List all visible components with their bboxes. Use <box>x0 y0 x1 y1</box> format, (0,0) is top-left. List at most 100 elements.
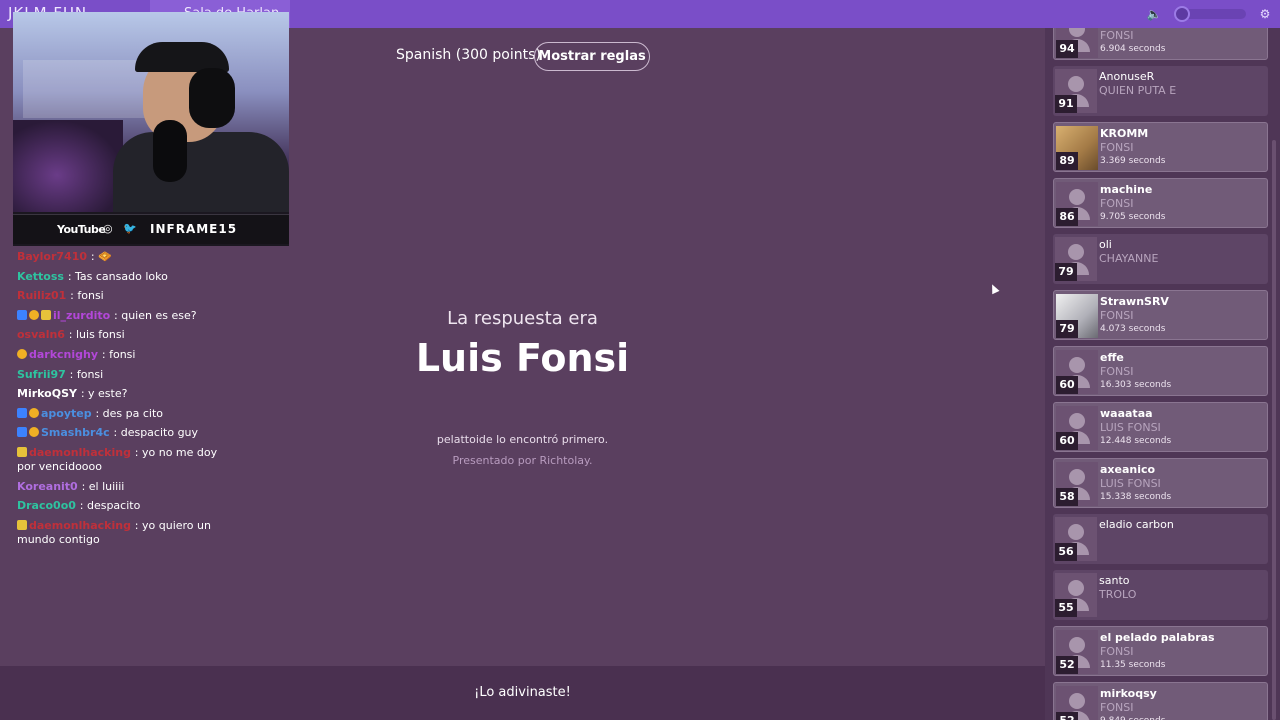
player-time: 11.35 seconds <box>1100 660 1166 670</box>
avatar: 89 <box>1056 126 1098 170</box>
chat-message: Ruiliz01 : fonsi <box>17 289 237 303</box>
stream-chat: Baylor7410 : 🧇 Kettoss : Tas cansado loko… <box>17 250 237 552</box>
leaderboard-entry: 52 mirkoqsyFONSI 9.849 seconds <box>1053 682 1268 720</box>
avatar: 91 <box>1055 69 1097 113</box>
default-avatar-icon <box>1069 413 1085 429</box>
chat-username[interactable]: Draco0o0 <box>17 499 76 512</box>
chat-text: : fonsi <box>70 289 104 303</box>
webcam-social-bar: YouTube ◎ 🐦 INFRAME15 <box>13 214 289 244</box>
player-name: KROMM <box>1100 127 1149 140</box>
player-score: 55 <box>1055 599 1077 617</box>
youtube-label: YouTube <box>57 223 106 236</box>
avatar: 55 <box>1055 573 1097 617</box>
leaderboard-entry: 58 axeanico LUIS FONSI 15.338 seconds <box>1053 458 1268 508</box>
avatar: 94 <box>1056 28 1098 58</box>
player-score: 91 <box>1055 95 1077 113</box>
player-name: effe <box>1100 351 1124 364</box>
player-guess: TROLO <box>1099 588 1137 601</box>
default-avatar-icon <box>1069 189 1085 205</box>
answer-intro: La respuesta era <box>447 308 598 329</box>
chat-message: Kettoss : Tas cansado loko <box>17 270 237 284</box>
avatar: 52 <box>1056 630 1098 674</box>
volume-slider-handle[interactable] <box>1173 6 1190 22</box>
chat-username[interactable]: Kettoss <box>17 270 64 283</box>
guessed-message: ¡Lo adivinaste! <box>474 685 571 700</box>
chat-message: MirkoQSY : y este? <box>17 387 237 401</box>
mouse-cursor-icon <box>988 282 1000 295</box>
default-avatar-icon <box>1068 524 1084 540</box>
chat-text: : despacito <box>79 499 141 513</box>
leaderboard-entry: 60 waaataa LUIS FONSI 12.448 seconds <box>1053 402 1268 452</box>
player-time: 6.904 seconds <box>1100 44 1166 54</box>
player-time: 16.303 seconds <box>1100 380 1172 390</box>
webcam-person-body <box>113 132 289 212</box>
avatar: 86 <box>1056 182 1098 226</box>
default-avatar-icon <box>1069 28 1085 37</box>
webcam-headset <box>189 68 235 128</box>
crown-badge-icon <box>17 519 27 530</box>
leaderboard-scrollbar[interactable] <box>1272 140 1276 720</box>
chat-message: daemonlhacking : yo quiero un mundo cont… <box>17 519 237 547</box>
chat-emote: 🧇 <box>98 250 113 263</box>
player-score: 79 <box>1056 320 1078 338</box>
leaderboard-entry: 86 machine FONSI 9.705 seconds <box>1053 178 1268 228</box>
chat-username[interactable]: apoytep <box>41 407 92 420</box>
leaderboard-entry: 55 santo TROLO <box>1053 570 1268 620</box>
guess-bar: ¡Lo adivinaste! <box>0 666 1045 720</box>
player-guess: LUIS FONSI <box>1100 421 1161 434</box>
player-name: el pelado palabras <box>1100 631 1215 644</box>
avatar: 56 <box>1055 517 1097 561</box>
answer-name: Luis Fonsi <box>415 336 630 380</box>
player-time: 12.448 seconds <box>1100 436 1172 446</box>
found-by-text: pelattoide lo encontró primero. <box>436 433 609 446</box>
gear-icon[interactable]: ⚙ <box>1256 5 1274 23</box>
player-guess: FONSI <box>1100 309 1134 322</box>
player-name: axeanico <box>1100 463 1156 476</box>
leaderboard: 94 FONSI 6.904 seconds 91 AnonuseR QUIEN PUTA… <box>1045 28 1280 720</box>
player-time: 4.073 seconds <box>1100 324 1166 334</box>
twitter-icon: 🐦 <box>123 222 137 235</box>
player-time: 3.369 seconds <box>1100 156 1166 166</box>
default-avatar-icon <box>1069 637 1085 653</box>
default-avatar-icon <box>1068 244 1084 260</box>
chat-username[interactable]: Koreanit0 <box>17 480 78 493</box>
streamer-webcam: YouTube ◎ 🐦 INFRAME15 <box>13 12 289 246</box>
chat-username[interactable]: MirkoQSY <box>17 387 77 400</box>
avatar: 52 <box>1056 686 1098 720</box>
chat-message: Koreanit0 : el luiiii <box>17 480 237 494</box>
chat-text: : des pa cito <box>95 406 164 420</box>
chat-message: apoytep : des pa cito <box>17 407 237 421</box>
chat-text: : y este? <box>80 387 128 401</box>
avatar: 79 <box>1055 237 1097 281</box>
avatar: 60 <box>1056 350 1098 394</box>
player-name: waaataa <box>1100 407 1153 420</box>
leaderboard-entry: 79 oli CHAYANNE <box>1053 234 1268 284</box>
player-score: 56 <box>1055 543 1077 561</box>
chat-username[interactable]: daemonlhacking <box>29 519 131 532</box>
volume-slider[interactable] <box>1173 6 1246 22</box>
avatar: 60 <box>1056 406 1098 450</box>
chat-text: : el luiiii <box>81 479 125 493</box>
player-score: 79 <box>1055 263 1077 281</box>
default-avatar-icon <box>1069 469 1085 485</box>
chat-username[interactable]: Baylor7410 <box>17 250 87 263</box>
player-guess: FONSI <box>1100 645 1134 658</box>
chat-text: : Tas cansado loko <box>67 269 168 283</box>
webcam-shelf <box>23 60 153 118</box>
player-score: 58 <box>1056 488 1078 506</box>
webcam-microphone <box>153 120 187 182</box>
player-name: santo <box>1099 574 1130 587</box>
player-name: oli <box>1099 238 1112 251</box>
player-score: 52 <box>1056 656 1078 674</box>
chat-username[interactable]: Ruiliz01 <box>17 289 66 302</box>
show-rules-button[interactable]: Mostrar reglas <box>534 42 650 71</box>
player-guess: FONSI <box>1100 365 1134 378</box>
coin-badge-icon <box>29 407 39 418</box>
leaderboard-entry: 89 KROMM FONSI 3.369 seconds <box>1053 122 1268 172</box>
default-avatar-icon <box>1068 76 1084 92</box>
leaderboard-entry: 94 FONSI 6.904 seconds <box>1053 28 1268 60</box>
player-score: 94 <box>1056 40 1078 58</box>
speaker-mute-icon[interactable]: 🔈 <box>1146 6 1162 22</box>
default-avatar-icon <box>1069 693 1085 709</box>
webcam-drums <box>13 120 123 212</box>
